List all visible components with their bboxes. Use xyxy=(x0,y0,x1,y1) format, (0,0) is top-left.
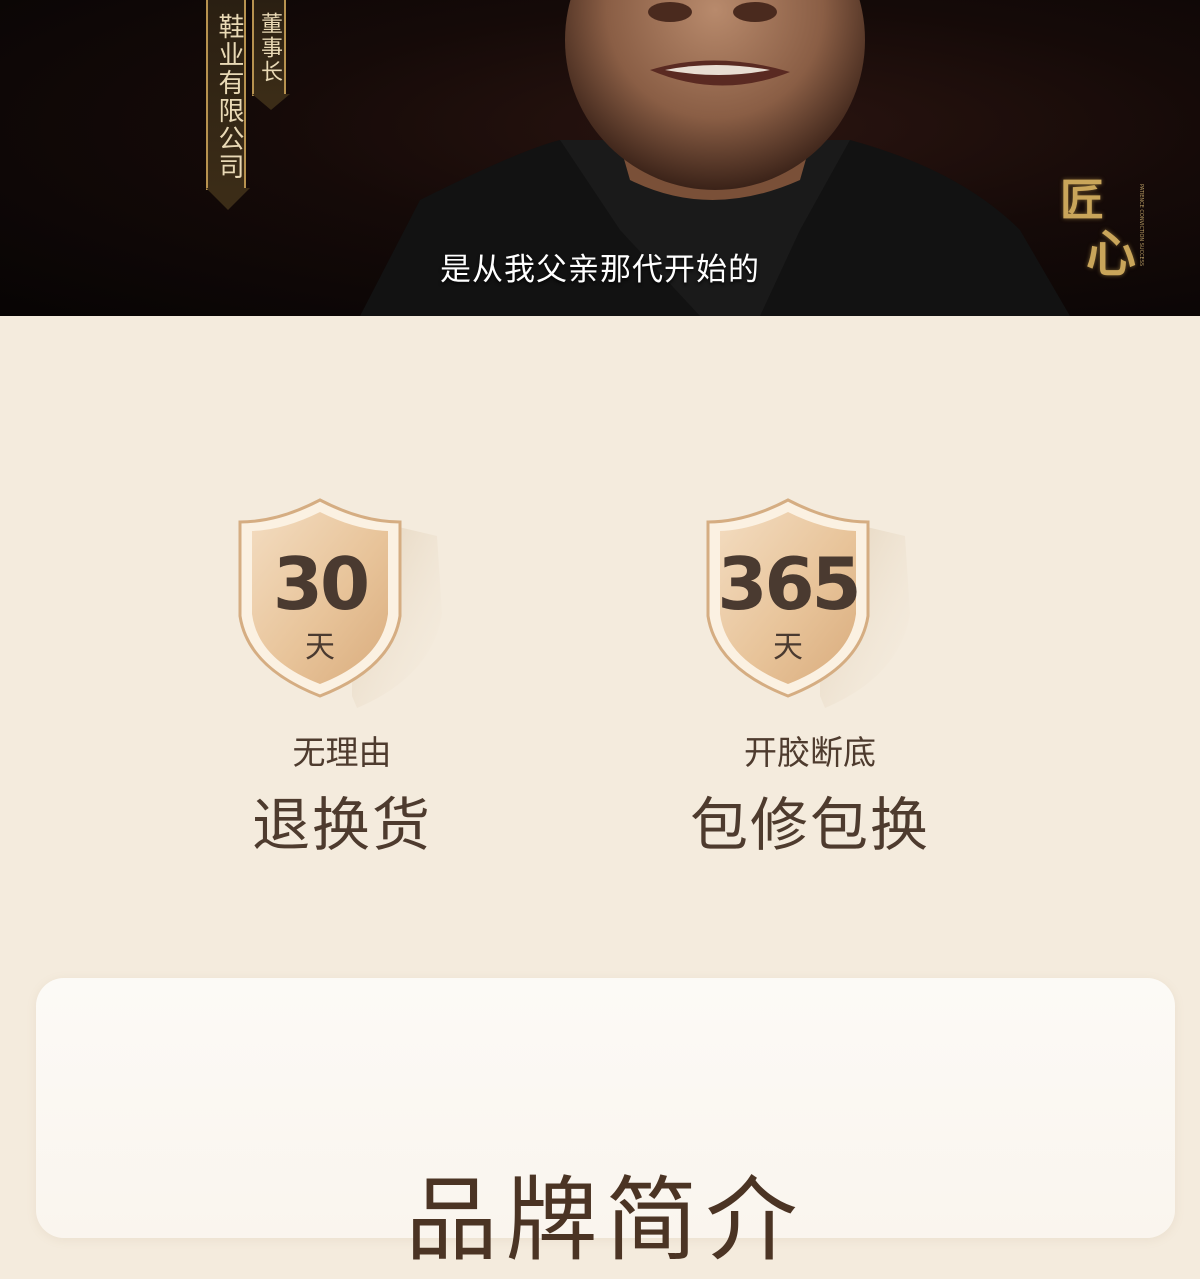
title-ribbon: 董事长 xyxy=(252,0,286,96)
shield-number: 30 xyxy=(272,542,370,626)
guarantee-return: 30 天 无理由 退换货 xyxy=(182,496,502,862)
video-subtitle: 是从我父亲那代开始的 xyxy=(440,252,760,288)
shield-unit: 天 xyxy=(773,630,803,665)
title-ribbon-tail xyxy=(252,94,290,110)
guarantee-title: 退换货 xyxy=(251,791,432,859)
shield-badge: 30 天 xyxy=(232,496,452,708)
video-frame[interactable]: 鞋业有限公司 董事长 是从我父亲那代开始的 匠 心 PATIENCE CONVI… xyxy=(0,0,1200,316)
craftsman-logo: 匠 心 PATIENCE CONVICTION SUCCESS xyxy=(1058,164,1158,284)
guarantee-subtitle: 无理由 xyxy=(292,733,392,772)
shield-unit: 天 xyxy=(305,630,335,665)
company-ribbon: 鞋业有限公司 xyxy=(206,0,246,190)
brand-heading: 品牌简介 xyxy=(405,1167,806,1274)
brand-intro-card: 品牌简介 xyxy=(36,978,1175,1274)
guarantee-title: 包修包换 xyxy=(689,791,930,859)
logo-tagline: PATIENCE CONVICTION SUCCESS xyxy=(1138,184,1144,267)
shield-number: 365 xyxy=(717,542,861,626)
shield-badge: 365 天 xyxy=(700,496,920,708)
logo-char-xin: 心 xyxy=(1086,224,1136,283)
guarantee-subtitle: 开胶断底 xyxy=(744,733,876,772)
guarantee-repair: 365 天 开胶断底 包修包换 xyxy=(650,496,970,862)
company-ribbon-tail xyxy=(206,188,250,210)
